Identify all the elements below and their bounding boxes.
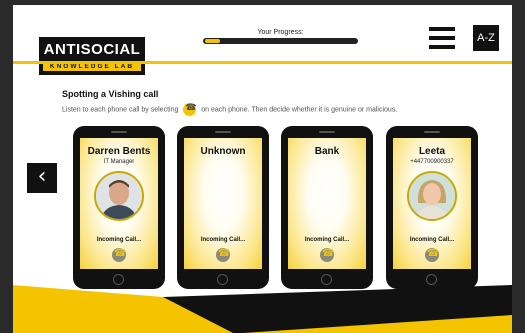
progress-label: Your Progress:: [257, 29, 304, 36]
hamburger-menu-icon[interactable]: [429, 27, 455, 51]
incoming-call-status: Incoming Call...: [200, 237, 246, 243]
incoming-call-status: Incoming Call...: [96, 237, 142, 243]
play-call-phone-icon[interactable]: [320, 248, 334, 262]
incoming-call-status: Incoming Call...: [409, 237, 455, 243]
phone-screen: Darren Bents IT Manager Incoming Call...: [80, 138, 158, 269]
phone-speaker: [111, 131, 127, 133]
progress-fill: [205, 39, 220, 43]
app-screen: ANTISOCIAL KNOWLEDGE LAB Your Progress: …: [13, 5, 512, 333]
play-call-phone-icon[interactable]: [425, 248, 439, 262]
play-call-phone-icon[interactable]: [216, 248, 230, 262]
activity-instructions: Listen to each phone call by selecting o…: [62, 103, 397, 116]
phone-speaker: [215, 131, 231, 133]
back-chevron-left-icon[interactable]: ‹: [27, 163, 57, 193]
phone-screen: Bank Incoming Call...: [288, 138, 366, 269]
phone-call-icon: [183, 103, 197, 116]
phone-speaker: [424, 131, 440, 133]
caller-name: Darren Bents: [87, 146, 151, 157]
header-divider: [13, 61, 512, 64]
caller-subtitle: IT Manager: [103, 159, 135, 165]
logo: ANTISOCIAL KNOWLEDGE LAB: [39, 37, 145, 75]
a-z-glossary-button[interactable]: A-Z: [473, 25, 499, 51]
logo-title: ANTISOCIAL: [43, 41, 141, 58]
caller-subtitle: +447700900337: [410, 159, 454, 165]
play-call-phone-icon[interactable]: [112, 248, 126, 262]
phone-screen: Unknown Incoming Call...: [184, 138, 262, 269]
activity-title: Spotting a Vishing call: [62, 89, 159, 99]
caller-avatar-female-icon: [407, 171, 457, 221]
caller-avatar-male-icon: [94, 171, 144, 221]
caller-name: Leeta: [418, 146, 446, 157]
progress-bar: [203, 38, 358, 44]
caller-name: Bank: [314, 146, 340, 157]
phone-speaker: [319, 131, 335, 133]
caller-name: Unknown: [200, 146, 246, 157]
instructions-text-end: on each phone. Then decide whether it is…: [201, 106, 398, 114]
phone-screen: Leeta +447700900337 Incoming Call...: [393, 138, 471, 269]
decorative-footer-stripes: [13, 285, 512, 333]
instructions-text-start: Listen to each phone call by selecting: [62, 106, 179, 114]
incoming-call-status: Incoming Call...: [304, 237, 350, 243]
